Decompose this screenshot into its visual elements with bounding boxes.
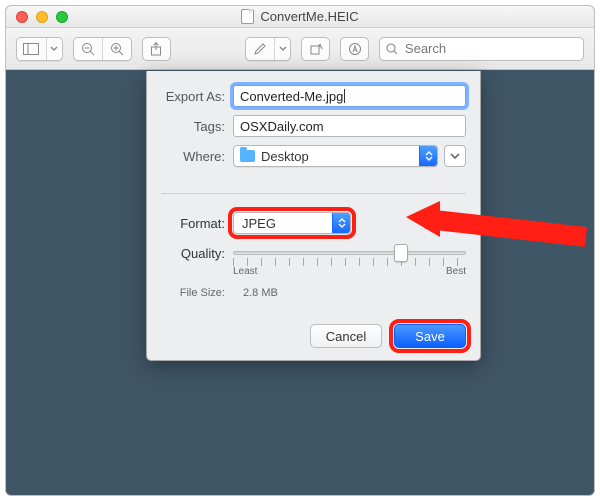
quality-label: Quality: — [161, 246, 233, 261]
where-label: Where: — [161, 149, 233, 164]
tags-field[interactable]: OSXDaily.com — [233, 115, 466, 137]
where-disclosure-button[interactable] — [444, 145, 466, 167]
traffic-light-minimize[interactable] — [36, 11, 48, 23]
tags-value: OSXDaily.com — [240, 119, 324, 134]
sidebar-view-segment[interactable] — [16, 37, 63, 61]
tags-label: Tags: — [161, 119, 233, 134]
file-size-label: File Size: — [161, 287, 233, 299]
search-field[interactable] — [379, 37, 584, 61]
where-value: Desktop — [261, 149, 309, 164]
sidebar-toggle-icon[interactable] — [17, 38, 46, 60]
quality-slider[interactable] — [233, 242, 466, 264]
zoom-segment[interactable] — [73, 37, 132, 61]
export-as-label: Export As: — [161, 89, 233, 104]
document-icon — [241, 9, 254, 24]
save-button[interactable]: Save — [394, 324, 466, 348]
file-size-value: 2.8 MB — [243, 287, 278, 299]
format-value: JPEG — [242, 216, 276, 231]
quality-least-label: Least — [233, 266, 257, 277]
folder-icon — [240, 150, 255, 162]
save-sheet: Export As: Converted-Me.jpg Tags: OSXDai… — [146, 71, 481, 361]
slider-ticks — [233, 258, 466, 266]
zoom-in-icon[interactable] — [102, 38, 131, 60]
where-popup[interactable]: Desktop — [233, 145, 438, 167]
slider-track — [233, 251, 466, 255]
share-button[interactable] — [142, 37, 171, 61]
zoom-out-icon[interactable] — [74, 38, 103, 60]
format-label: Format: — [161, 216, 233, 231]
rotate-button[interactable] — [301, 37, 330, 61]
markup-toolbar-button[interactable] — [340, 37, 369, 61]
text-caret — [344, 89, 345, 103]
markup-segment[interactable] — [245, 37, 292, 61]
chevron-down-icon[interactable] — [46, 38, 62, 60]
updown-arrows-icon — [332, 213, 350, 233]
quality-best-label: Best — [446, 266, 466, 277]
sheet-divider — [161, 193, 466, 194]
toolbar — [6, 28, 594, 70]
format-popup[interactable]: JPEG — [233, 212, 351, 234]
slider-thumb[interactable] — [394, 244, 408, 262]
window-title: ConvertMe.HEIC — [260, 9, 358, 24]
window-titlebar: ConvertMe.HEIC — [6, 6, 594, 28]
traffic-light-zoom[interactable] — [56, 11, 68, 23]
cancel-button[interactable]: Cancel — [310, 324, 382, 348]
pencil-icon[interactable] — [246, 38, 275, 60]
export-as-field[interactable]: Converted-Me.jpg — [233, 85, 466, 107]
traffic-light-close[interactable] — [16, 11, 28, 23]
search-input[interactable] — [403, 40, 577, 57]
updown-arrows-icon — [419, 146, 437, 166]
export-as-value: Converted-Me.jpg — [240, 89, 343, 104]
chevron-down-icon[interactable] — [274, 38, 290, 60]
